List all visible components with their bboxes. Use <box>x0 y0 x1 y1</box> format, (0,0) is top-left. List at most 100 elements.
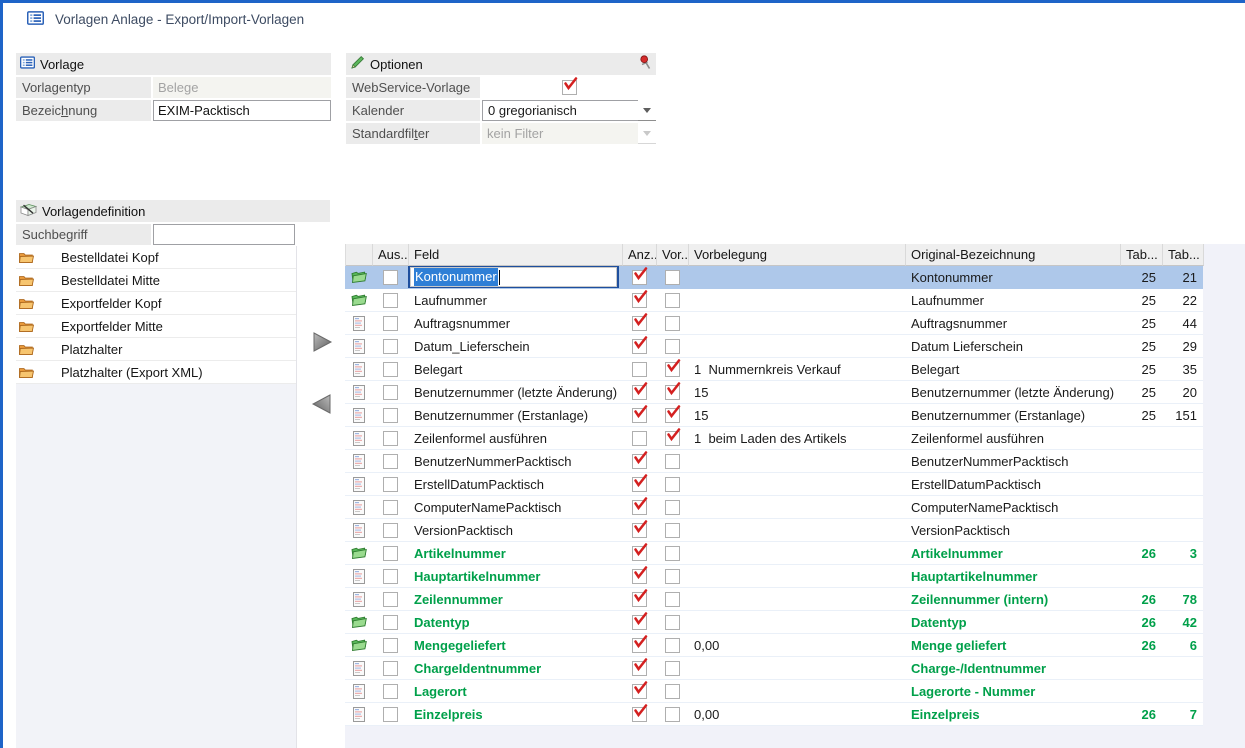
vor-checkbox[interactable] <box>665 362 680 377</box>
pin-icon[interactable] <box>639 55 652 73</box>
webservice-vorlage-checkbox[interactable] <box>562 80 577 95</box>
aus-checkbox[interactable] <box>383 638 398 653</box>
aus-checkbox[interactable] <box>383 431 398 446</box>
anz-checkbox[interactable] <box>632 454 647 469</box>
vor-checkbox[interactable] <box>665 638 680 653</box>
aus-checkbox[interactable] <box>383 316 398 331</box>
aus-checkbox[interactable] <box>383 408 398 423</box>
anz-checkbox[interactable] <box>632 569 647 584</box>
column-header-tab1[interactable]: Tab... <box>1121 244 1163 266</box>
column-header-tab2[interactable]: Tab... <box>1163 244 1204 266</box>
aus-checkbox[interactable] <box>383 546 398 561</box>
anz-checkbox[interactable] <box>632 316 647 331</box>
folder-item[interactable]: Platzhalter <box>16 338 296 361</box>
table-row[interactable]: DatentypDatentyp2642 <box>345 611 1203 634</box>
vor-checkbox[interactable] <box>665 385 680 400</box>
table-row[interactable]: Benutzernummer (letzte Änderung)15Benutz… <box>345 381 1203 404</box>
vor-checkbox[interactable] <box>665 454 680 469</box>
anz-checkbox[interactable] <box>632 707 647 722</box>
table-row[interactable]: AuftragsnummerAuftragsnummer2544 <box>345 312 1203 335</box>
anz-checkbox[interactable] <box>632 385 647 400</box>
vor-checkbox[interactable] <box>665 477 680 492</box>
table-row[interactable]: ComputerNamePacktischComputerNamePacktis… <box>345 496 1203 519</box>
anz-checkbox[interactable] <box>632 523 647 538</box>
vor-checkbox[interactable] <box>665 592 680 607</box>
table-row[interactable]: ArtikelnummerArtikelnummer263 <box>345 542 1203 565</box>
column-header-anz[interactable]: Anz... <box>623 244 657 266</box>
vor-checkbox[interactable] <box>665 615 680 630</box>
aus-checkbox[interactable] <box>383 270 398 285</box>
table-row[interactable]: KontonummerKontonummer2521 <box>345 266 1203 289</box>
suchbegriff-input[interactable] <box>153 224 295 245</box>
vor-checkbox[interactable] <box>665 431 680 446</box>
move-right-button[interactable] <box>310 331 334 355</box>
folder-item[interactable]: Bestelldatei Kopf <box>16 246 296 269</box>
vor-checkbox[interactable] <box>665 270 680 285</box>
aus-checkbox[interactable] <box>383 707 398 722</box>
table-row[interactable]: LagerortLagerorte - Nummer <box>345 680 1203 703</box>
anz-checkbox[interactable] <box>632 638 647 653</box>
table-row[interactable]: ChargeIdentnummerCharge-/Identnummer <box>345 657 1203 680</box>
table-row[interactable]: Benutzernummer (Erstanlage)15Benutzernum… <box>345 404 1203 427</box>
anz-checkbox[interactable] <box>632 362 647 377</box>
aus-checkbox[interactable] <box>383 293 398 308</box>
aus-checkbox[interactable] <box>383 385 398 400</box>
table-row[interactable]: LaufnummerLaufnummer2522 <box>345 289 1203 312</box>
anz-checkbox[interactable] <box>632 270 647 285</box>
anz-checkbox[interactable] <box>632 661 647 676</box>
feld-edit-input[interactable]: Kontonummer <box>408 266 619 288</box>
aus-checkbox[interactable] <box>383 362 398 377</box>
table-row[interactable]: Zeilenformel ausführen1 beim Laden des A… <box>345 427 1203 450</box>
vor-checkbox[interactable] <box>665 546 680 561</box>
vor-checkbox[interactable] <box>665 661 680 676</box>
table-row[interactable]: Datum_LieferscheinDatum Lieferschein2529 <box>345 335 1203 358</box>
kalender-select[interactable]: 0 gregorianisch <box>482 100 656 121</box>
anz-checkbox[interactable] <box>632 615 647 630</box>
vor-checkbox[interactable] <box>665 523 680 538</box>
aus-checkbox[interactable] <box>383 500 398 515</box>
table-row[interactable]: ErstellDatumPacktischErstellDatumPacktis… <box>345 473 1203 496</box>
vor-checkbox[interactable] <box>665 707 680 722</box>
move-left-button[interactable] <box>310 393 334 417</box>
anz-checkbox[interactable] <box>632 431 647 446</box>
aus-checkbox[interactable] <box>383 661 398 676</box>
table-row[interactable]: HauptartikelnummerHauptartikelnummer <box>345 565 1203 588</box>
column-header-original-bezeichnung[interactable]: Original-Bezeichnung <box>906 244 1121 266</box>
vor-checkbox[interactable] <box>665 316 680 331</box>
aus-checkbox[interactable] <box>383 523 398 538</box>
anz-checkbox[interactable] <box>632 546 647 561</box>
folder-item[interactable]: Bestelldatei Mitte <box>16 269 296 292</box>
column-header-icon[interactable] <box>346 244 373 266</box>
anz-checkbox[interactable] <box>632 293 647 308</box>
anz-checkbox[interactable] <box>632 477 647 492</box>
anz-checkbox[interactable] <box>632 684 647 699</box>
table-row[interactable]: VersionPacktischVersionPacktisch <box>345 519 1203 542</box>
vor-checkbox[interactable] <box>665 408 680 423</box>
vor-checkbox[interactable] <box>665 500 680 515</box>
kalender-dropdown-button[interactable] <box>638 100 656 121</box>
anz-checkbox[interactable] <box>632 408 647 423</box>
aus-checkbox[interactable] <box>383 477 398 492</box>
table-row[interactable]: Belegart1 Nummernkreis VerkaufBelegart25… <box>345 358 1203 381</box>
vor-checkbox[interactable] <box>665 684 680 699</box>
aus-checkbox[interactable] <box>383 684 398 699</box>
aus-checkbox[interactable] <box>383 339 398 354</box>
anz-checkbox[interactable] <box>632 339 647 354</box>
aus-checkbox[interactable] <box>383 592 398 607</box>
aus-checkbox[interactable] <box>383 569 398 584</box>
column-header-aus[interactable]: Aus... <box>373 244 409 266</box>
folder-item[interactable]: Exportfelder Kopf <box>16 292 296 315</box>
column-header-feld[interactable]: Feld <box>409 244 623 266</box>
vor-checkbox[interactable] <box>665 569 680 584</box>
aus-checkbox[interactable] <box>383 454 398 469</box>
aus-checkbox[interactable] <box>383 615 398 630</box>
folder-item[interactable]: Exportfelder Mitte <box>16 315 296 338</box>
table-row[interactable]: Mengegeliefert0,00Menge geliefert266 <box>345 634 1203 657</box>
table-row[interactable]: BenutzerNummerPacktischBenutzerNummerPac… <box>345 450 1203 473</box>
anz-checkbox[interactable] <box>632 500 647 515</box>
table-row[interactable]: ZeilennummerZeilennummer (intern)2678 <box>345 588 1203 611</box>
column-header-vor[interactable]: Vor... <box>657 244 689 266</box>
bezeichnung-input[interactable] <box>153 100 331 121</box>
anz-checkbox[interactable] <box>632 592 647 607</box>
table-row[interactable]: Einzelpreis0,00Einzelpreis267 <box>345 703 1203 726</box>
